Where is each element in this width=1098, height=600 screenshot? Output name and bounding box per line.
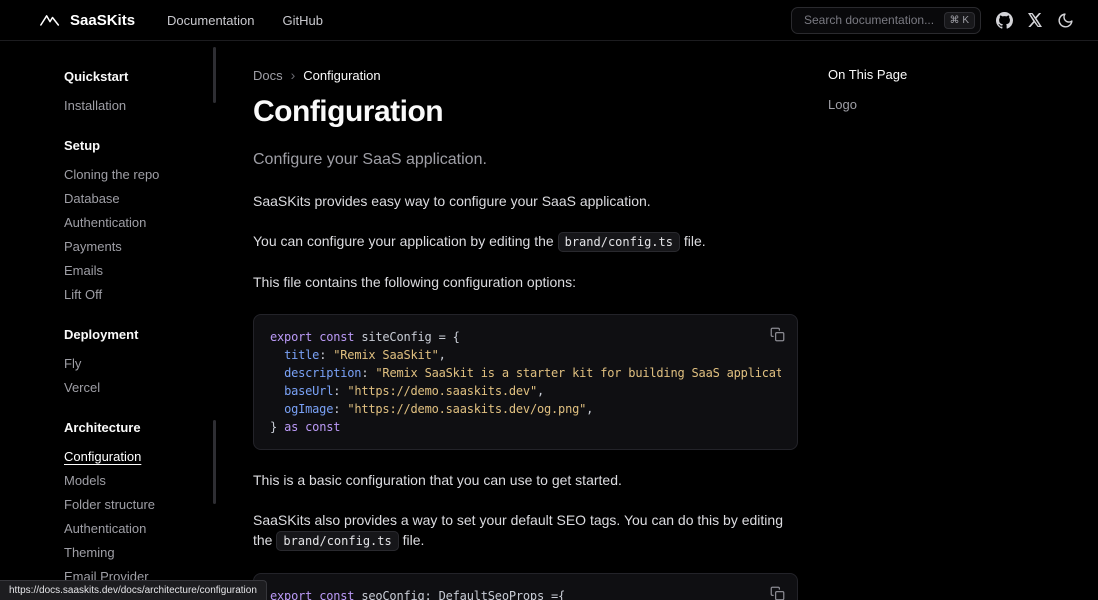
page-subtitle: Configure your SaaS application. bbox=[253, 149, 798, 171]
paragraph-basic-config: This is a basic configuration that you c… bbox=[253, 470, 798, 490]
paragraph-config-file: You can configure your application by ed… bbox=[253, 231, 798, 252]
sidebar-nav: Quickstart Installation Setup Cloning the r… bbox=[64, 69, 205, 600]
sidebar-scrollbar-thumb-lower[interactable] bbox=[213, 420, 216, 504]
sidebar-item-authentication[interactable]: Authentication bbox=[64, 521, 205, 537]
sidebar-item-database[interactable]: Database bbox=[64, 191, 205, 207]
saaskits-logo-icon bbox=[40, 13, 60, 27]
code-content-seoconfig: export const seoConfig: DefaultSeoProps … bbox=[270, 587, 781, 600]
inline-code-config-path: brand/config.ts bbox=[558, 232, 680, 252]
code-line: title: "Remix SaaSkit", bbox=[270, 346, 781, 364]
sidebar-item-installation[interactable]: Installation bbox=[64, 98, 205, 114]
theme-toggle-moon-icon[interactable] bbox=[1057, 12, 1074, 29]
sidebar-item-folder-structure[interactable]: Folder structure bbox=[64, 497, 205, 513]
paragraph-text: file. bbox=[680, 233, 706, 249]
code-line: baseUrl: "https://demo.saaskits.dev", bbox=[270, 382, 781, 400]
doc-content: Docs › Configuration Configuration Confi… bbox=[253, 67, 798, 600]
paragraph-intro: SaaSKits provides easy way to configure … bbox=[253, 191, 798, 211]
code-block-seoconfig: export const seoConfig: DefaultSeoProps … bbox=[253, 573, 798, 600]
code-line: } as const bbox=[270, 418, 781, 436]
code-block-siteconfig: export const siteConfig = { title: "Remi… bbox=[253, 314, 798, 450]
code-line: export const seoConfig: DefaultSeoProps … bbox=[270, 587, 781, 600]
paragraph-seo: SaaSKits also provides a way to set your… bbox=[253, 510, 798, 551]
toc: On This Page Logo bbox=[828, 67, 1058, 600]
top-navbar: SaaSKits Documentation GitHub ⌘ K bbox=[0, 0, 1098, 41]
sidebar-item-configuration[interactable]: Configuration bbox=[64, 449, 205, 465]
sidebar-item-cloning-the-repo[interactable]: Cloning the repo bbox=[64, 167, 205, 183]
toc-item-logo[interactable]: Logo bbox=[828, 97, 1058, 112]
toc-title: On This Page bbox=[828, 67, 1058, 83]
x-twitter-icon[interactable] bbox=[1028, 13, 1042, 27]
search-box[interactable]: ⌘ K bbox=[791, 7, 981, 34]
link-status-tooltip: https://docs.saaskits.dev/docs/architect… bbox=[0, 580, 267, 600]
sidebar-section-architecture: Architecture bbox=[64, 420, 205, 436]
sidebar-item-theming[interactable]: Theming bbox=[64, 545, 205, 561]
code-line: export const siteConfig = { bbox=[270, 328, 781, 346]
sidebar-item-emails[interactable]: Emails bbox=[64, 263, 205, 279]
sidebar-item-vercel[interactable]: Vercel bbox=[64, 380, 205, 396]
primary-nav: Documentation GitHub bbox=[167, 13, 323, 28]
nav-link-documentation[interactable]: Documentation bbox=[167, 13, 254, 28]
sidebar: Quickstart Installation Setup Cloning the r… bbox=[0, 41, 215, 600]
main-area: Docs › Configuration Configuration Confi… bbox=[215, 41, 1098, 600]
copy-icon[interactable] bbox=[768, 325, 787, 347]
page-title: Configuration bbox=[253, 95, 798, 129]
search-shortcut-kbd: ⌘ K bbox=[944, 12, 975, 29]
sidebar-item-fly[interactable]: Fly bbox=[64, 356, 205, 372]
chevron-right-icon: › bbox=[291, 67, 296, 83]
breadcrumb: Docs › Configuration bbox=[253, 67, 798, 83]
code-line: description: "Remix SaaSkit is a starter… bbox=[270, 364, 781, 382]
sidebar-item-lift-off[interactable]: Lift Off bbox=[64, 287, 205, 303]
code-line: ogImage: "https://demo.saaskits.dev/og.p… bbox=[270, 400, 781, 418]
breadcrumb-docs-link[interactable]: Docs bbox=[253, 68, 283, 83]
sidebar-section-setup: Setup bbox=[64, 138, 205, 154]
code-content-siteconfig: export const siteConfig = { title: "Remi… bbox=[270, 328, 781, 436]
paragraph-options: This file contains the following configu… bbox=[253, 272, 798, 292]
search-input[interactable] bbox=[804, 13, 934, 27]
sidebar-scrollbar-thumb[interactable] bbox=[213, 47, 216, 103]
paragraph-text: file. bbox=[399, 532, 425, 548]
sidebar-item-authentication[interactable]: Authentication bbox=[64, 215, 205, 231]
nav-link-github[interactable]: GitHub bbox=[283, 13, 323, 28]
sidebar-item-models[interactable]: Models bbox=[64, 473, 205, 489]
inline-code-config-path: brand/config.ts bbox=[276, 531, 398, 551]
sidebar-item-payments[interactable]: Payments bbox=[64, 239, 205, 255]
sidebar-section-quickstart: Quickstart bbox=[64, 69, 205, 85]
brand-name[interactable]: SaaSKits bbox=[70, 12, 135, 29]
copy-icon[interactable] bbox=[768, 584, 787, 600]
breadcrumb-current: Configuration bbox=[303, 68, 380, 83]
sidebar-section-deployment: Deployment bbox=[64, 327, 205, 343]
paragraph-text: You can configure your application by ed… bbox=[253, 233, 558, 249]
github-icon[interactable] bbox=[996, 12, 1013, 29]
